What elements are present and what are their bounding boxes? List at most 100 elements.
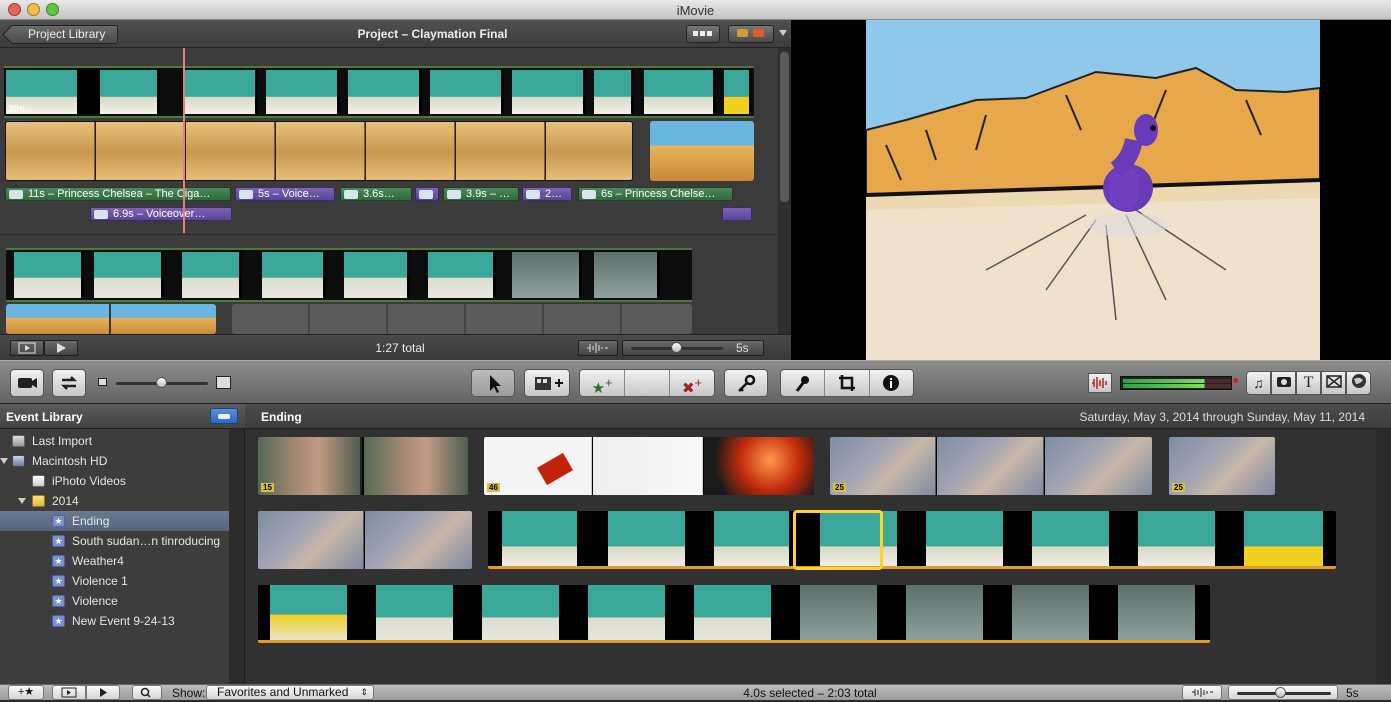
event-date-range: Saturday, May 3, 2014 through Sunday, Ma… bbox=[1079, 410, 1365, 424]
project-tent-clip[interactable] bbox=[650, 121, 754, 181]
project-background-clip-2[interactable] bbox=[6, 304, 216, 334]
crop-button[interactable] bbox=[825, 370, 870, 396]
project-total-duration: 1:27 total bbox=[375, 341, 425, 355]
event-clip-alien[interactable] bbox=[258, 585, 1210, 643]
drive-icon bbox=[218, 414, 230, 419]
show-hide-drives-button[interactable] bbox=[210, 408, 238, 424]
event-clip-claymation[interactable] bbox=[488, 511, 1336, 569]
play-fullscreen-button[interactable] bbox=[10, 340, 44, 356]
music-browser-button[interactable]: ♫ bbox=[1246, 371, 1271, 395]
event-waveform-button[interactable] bbox=[1182, 685, 1222, 700]
music-note-icon: ♫ bbox=[1253, 375, 1264, 391]
event-clip-sparkle-3[interactable] bbox=[258, 511, 472, 569]
folder-icon bbox=[32, 495, 45, 507]
show-filter-value: Favorites and Unmarked bbox=[217, 685, 349, 699]
project-library-button[interactable]: Project Library bbox=[10, 25, 118, 44]
keyword-button[interactable] bbox=[724, 369, 768, 397]
thumbnail-size-knob[interactable] bbox=[156, 377, 167, 388]
clip-duration-badge: 30s bbox=[8, 104, 25, 115]
small-thumbnail-icon bbox=[98, 378, 107, 386]
maps-browser-button[interactable] bbox=[1346, 371, 1371, 395]
voiceover-button[interactable] bbox=[781, 370, 826, 396]
audio-clip-end-tab[interactable] bbox=[722, 207, 752, 221]
library-item-violence[interactable]: ★ Violence bbox=[0, 591, 229, 611]
hard-drive-icon bbox=[12, 455, 25, 467]
event-library-title: Event Library bbox=[6, 410, 83, 424]
project-video-clip[interactable] bbox=[4, 66, 754, 118]
project-scrollbar[interactable] bbox=[778, 48, 791, 334]
add-clip-icon bbox=[535, 377, 563, 390]
event-play-button[interactable] bbox=[86, 685, 120, 700]
audio-clip-1[interactable]: 11s – Princess Chelsea – The Ciga… bbox=[5, 187, 231, 201]
inspector-button[interactable] bbox=[870, 370, 913, 396]
audio-clip-3[interactable]: 3.6s… bbox=[340, 187, 412, 201]
event-play-fullscreen-button[interactable] bbox=[52, 685, 86, 700]
rating-button-group: ★+ ☆+ ✖+ bbox=[579, 369, 715, 397]
selection-highlight[interactable] bbox=[793, 510, 883, 570]
camera-import-button[interactable] bbox=[10, 369, 44, 397]
show-filter-select[interactable]: Favorites and Unmarked ⇕ bbox=[206, 685, 374, 700]
audio-waveform-button[interactable] bbox=[578, 340, 618, 356]
search-button[interactable] bbox=[132, 685, 162, 700]
camera-icon bbox=[18, 378, 37, 388]
swap-events-projects-button[interactable] bbox=[52, 369, 86, 397]
library-item-2014[interactable]: 2014 bbox=[0, 491, 229, 511]
unmark-button[interactable]: ☆+ bbox=[625, 370, 670, 397]
show-filter-label: Show: bbox=[172, 686, 206, 700]
library-item-south-sudan[interactable]: ★ South sudan…n tinroducing bbox=[0, 531, 229, 551]
comments-button[interactable] bbox=[728, 25, 774, 43]
playhead[interactable] bbox=[183, 48, 185, 233]
last-import-icon bbox=[12, 435, 25, 447]
play-icon bbox=[57, 343, 66, 353]
event-clip-red-title[interactable]: 46 bbox=[484, 437, 814, 495]
audio-clip-5[interactable]: 3.9s – … bbox=[443, 187, 519, 201]
event-clip-girl[interactable]: 15 bbox=[258, 437, 468, 495]
event-zoom-knob[interactable] bbox=[1275, 687, 1286, 698]
chevron-down-icon[interactable] bbox=[779, 30, 787, 36]
play-button[interactable] bbox=[44, 340, 78, 356]
edit-tools-group bbox=[780, 369, 914, 397]
event-scrollbar[interactable] bbox=[1376, 429, 1391, 684]
project-video-clip-2[interactable] bbox=[6, 248, 692, 302]
library-scrollbar[interactable] bbox=[229, 429, 244, 684]
project-zoom-knob[interactable] bbox=[671, 342, 682, 353]
play-fullscreen-icon bbox=[61, 687, 77, 698]
filmstrip-view-button[interactable] bbox=[686, 25, 720, 43]
photo-browser-button[interactable] bbox=[1271, 371, 1296, 395]
row-divider bbox=[0, 234, 778, 235]
audio-clip-7[interactable]: 6s – Princess Chelse… bbox=[578, 187, 733, 201]
disclosure-triangle-icon[interactable] bbox=[0, 458, 8, 464]
library-item-weather4[interactable]: ★ Weather4 bbox=[0, 551, 229, 571]
disclosure-triangle-icon[interactable] bbox=[18, 498, 26, 504]
claymation-frame-image bbox=[866, 20, 1320, 360]
add-to-project-button[interactable] bbox=[524, 369, 570, 397]
audio-clip-8[interactable]: 6.9s – Voiceover… bbox=[90, 207, 232, 221]
viewer[interactable] bbox=[791, 20, 1391, 360]
window-title: iMovie bbox=[676, 3, 715, 18]
event-clip-sparkle[interactable]: 25 bbox=[830, 437, 1152, 495]
select-tool-button[interactable] bbox=[471, 369, 515, 397]
audio-clip-4[interactable] bbox=[415, 187, 439, 201]
transitions-browser-button[interactable] bbox=[1321, 371, 1346, 395]
audio-clip-6[interactable]: 2… bbox=[522, 187, 572, 201]
library-item-last-import[interactable]: Last Import bbox=[0, 431, 229, 451]
project-header: Project Library Project – Claymation Fin… bbox=[0, 20, 791, 48]
library-item-macintosh-hd[interactable]: Macintosh HD bbox=[0, 451, 229, 471]
titles-browser-button[interactable]: T bbox=[1296, 371, 1321, 395]
waveform-icon bbox=[587, 343, 608, 353]
library-item-violence-1[interactable]: ★ Violence 1 bbox=[0, 571, 229, 591]
reject-button[interactable]: ✖+ bbox=[670, 370, 714, 397]
project-timeline[interactable]: 30s 11s – Princess Chelsea – The Ciga… 5… bbox=[0, 48, 778, 334]
library-item-ending[interactable]: ★ Ending bbox=[0, 511, 229, 531]
selection-status: 4.0s selected – 2:03 total bbox=[743, 686, 877, 700]
project-placeholder-clip[interactable] bbox=[232, 304, 692, 334]
add-event-button[interactable]: +★ bbox=[8, 685, 44, 700]
title-bar: iMovie bbox=[0, 0, 1391, 20]
audio-adjust-button[interactable] bbox=[1088, 373, 1112, 393]
mark-favorite-button[interactable]: ★+ bbox=[580, 370, 625, 397]
library-item-iphoto-videos[interactable]: iPhoto Videos bbox=[0, 471, 229, 491]
library-item-new-event[interactable]: ★ New Event 9-24-13 bbox=[0, 611, 229, 631]
audio-clip-2[interactable]: 5s – Voice… bbox=[235, 187, 335, 201]
project-background-clip[interactable] bbox=[5, 121, 633, 181]
event-clip-sparkle-2[interactable]: 25 bbox=[1169, 437, 1275, 495]
